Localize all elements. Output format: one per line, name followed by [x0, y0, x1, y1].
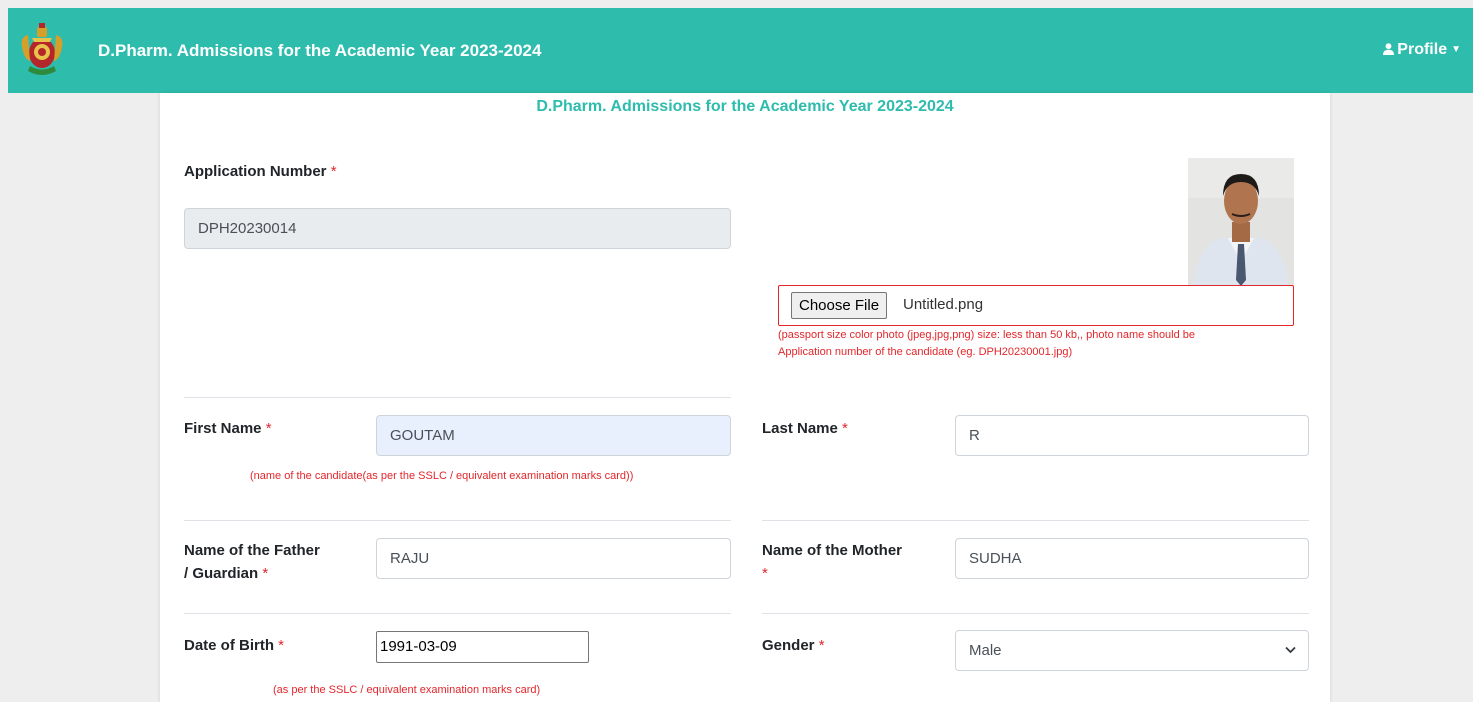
gender-select[interactable]: Male — [955, 630, 1309, 671]
profile-menu[interactable]: Profile ▼ — [1383, 41, 1461, 59]
mother-name-label: Name of the Mother * — [762, 542, 903, 582]
photo-hint-line2: Application number of the candidate (eg.… — [778, 346, 1073, 358]
divider — [184, 613, 731, 614]
admission-form-card: D.Pharm. Admissions for the Academic Yea… — [160, 93, 1330, 702]
user-icon — [1383, 43, 1395, 55]
chevron-down-icon — [1285, 646, 1296, 654]
last-name-input[interactable]: R — [955, 415, 1309, 456]
application-number-input[interactable]: DPH20230014 — [184, 208, 731, 249]
caret-down-icon: ▼ — [1451, 44, 1461, 55]
divider — [184, 520, 731, 521]
candidate-photo — [1188, 158, 1294, 286]
first-name-input[interactable]: GOUTAM — [376, 415, 731, 456]
karnataka-emblem-logo — [21, 23, 63, 75]
divider — [762, 613, 1309, 614]
form-title: D.Pharm. Admissions for the Academic Yea… — [536, 98, 954, 115]
last-name-label: Last Name * — [762, 420, 848, 437]
dob-label: Date of Birth * — [184, 637, 285, 654]
selected-file-name: Untitled.png — [903, 296, 984, 313]
photo-upload-field: Choose File Untitled.png — [778, 285, 1294, 326]
father-name-input[interactable]: RAJU — [376, 538, 731, 579]
first-name-label: First Name * — [184, 420, 272, 437]
father-name-label: Name of the Father / Guardian * — [184, 542, 320, 582]
top-navbar: D.Pharm. Admissions for the Academic Yea… — [8, 8, 1473, 93]
application-number-label: Application Number * — [184, 163, 337, 180]
photo-hint-line1: (passport size color photo (jpeg,jpg,png… — [778, 329, 1196, 341]
first-name-hint: (name of the candidate(as per the SSLC /… — [250, 470, 634, 482]
gender-selected-value: Male — [969, 642, 1002, 659]
divider — [184, 397, 731, 398]
profile-label: Profile — [1397, 41, 1448, 58]
app-title: D.Pharm. Admissions for the Academic Yea… — [98, 41, 542, 60]
dob-hint: (as per the SSLC / equivalent examinatio… — [273, 684, 541, 696]
dob-input[interactable]: 1991-03-09 — [376, 631, 589, 663]
gender-label: Gender * — [762, 637, 825, 654]
choose-file-button[interactable]: Choose File — [791, 292, 888, 319]
divider — [762, 520, 1309, 521]
mother-name-input[interactable]: SUDHA — [955, 538, 1309, 579]
